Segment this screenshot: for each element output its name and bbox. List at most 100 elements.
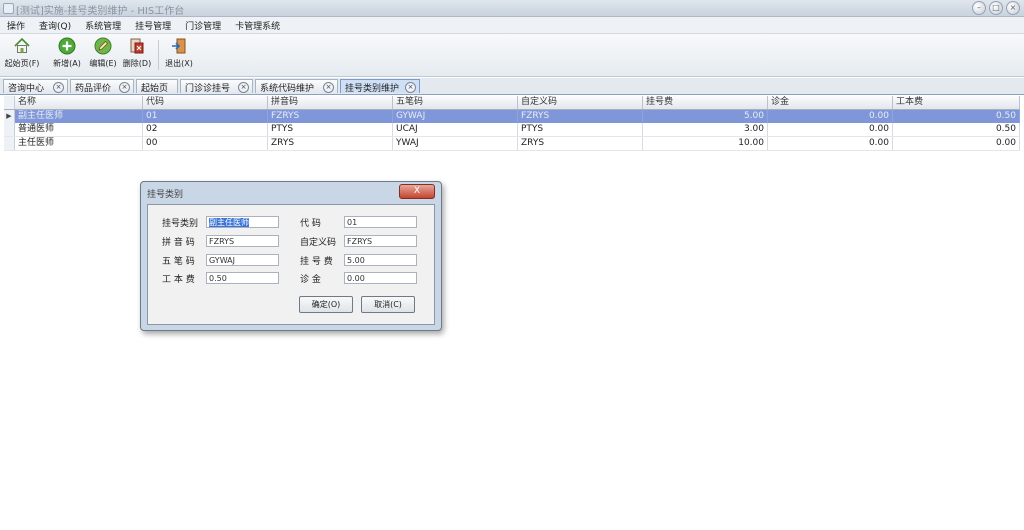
column-header[interactable]: 代码 <box>143 96 268 109</box>
column-header[interactable]: 自定义码 <box>518 96 643 109</box>
table-cell[interactable]: PTYS <box>268 123 393 136</box>
menu-card[interactable]: 卡管理系统 <box>228 17 287 33</box>
row-indicator-header <box>4 96 15 109</box>
table-cell[interactable]: 10.00 <box>643 137 768 150</box>
tab-label: 起始页 <box>141 84 169 94</box>
tab-label: 系统代码维护 <box>260 84 315 94</box>
table-cell[interactable]: 02 <box>143 123 268 136</box>
tab-label: 咨询中心 <box>8 84 45 94</box>
tab-outpatient-registration[interactable]: 门诊诊挂号 × <box>180 79 253 94</box>
close-icon[interactable]: × <box>1006 1 1020 15</box>
table-cell[interactable]: FZRYS <box>518 110 643 123</box>
menu-operate[interactable]: 操作 <box>0 17 32 33</box>
tab-label: 药品评价 <box>75 84 112 94</box>
fee-input[interactable]: 5.00 <box>344 254 417 266</box>
table-cell[interactable]: 0.50 <box>893 123 1020 136</box>
table-cell[interactable]: 副主任医师 <box>15 110 143 123</box>
exit-button[interactable]: 退出(X) <box>163 37 195 69</box>
table-cell[interactable]: 0.00 <box>768 123 893 136</box>
menu-outpatient[interactable]: 门诊管理 <box>178 17 228 33</box>
tab-label: 挂号类别维护 <box>345 84 400 94</box>
dialog-close-button[interactable]: X <box>399 184 435 199</box>
ok-button[interactable]: 确定(O) <box>299 296 353 313</box>
table-cell[interactable]: YWAJ <box>393 137 518 150</box>
home-icon <box>13 37 31 55</box>
close-tab-icon[interactable]: × <box>119 82 130 93</box>
category-label: 挂号类别 <box>162 219 199 229</box>
menu-query[interactable]: 查询(Q) <box>32 17 78 33</box>
add-button[interactable]: 新增(A) <box>52 37 82 69</box>
exit-icon <box>170 37 188 55</box>
custom-code-input[interactable]: FZRYS <box>344 235 417 247</box>
table-cell[interactable]: 0.00 <box>893 137 1020 150</box>
table-row[interactable]: 普通医师 02 PTYS UCAJ PTYS 3.00 0.00 0.50 <box>4 123 1020 137</box>
table-cell[interactable]: GYWAJ <box>393 110 518 123</box>
close-tab-icon[interactable]: × <box>405 82 416 93</box>
diagnosis-fee-input[interactable]: 0.00 <box>344 272 417 284</box>
table-cell[interactable]: 0.50 <box>893 110 1020 123</box>
add-label: 新增(A) <box>53 59 81 68</box>
delete-button[interactable]: 删除(D) <box>121 37 153 69</box>
table-cell[interactable]: 0.00 <box>768 137 893 150</box>
table-cell[interactable]: 主任医师 <box>15 137 143 150</box>
table-cell[interactable]: UCAJ <box>393 123 518 136</box>
cost-label: 工 本 费 <box>162 275 195 285</box>
fee-label: 挂 号 费 <box>300 257 333 267</box>
column-header[interactable]: 拼音码 <box>268 96 393 109</box>
window-title: [测试]实施-挂号类别维护 - HIS工作台 <box>16 6 185 17</box>
code-label: 代 码 <box>300 219 321 229</box>
table-cell[interactable]: 5.00 <box>643 110 768 123</box>
delete-icon <box>128 37 146 55</box>
dialog-title: 挂号类别 <box>147 190 184 200</box>
close-tab-icon[interactable]: × <box>238 82 249 93</box>
home-label: 起始页(F) <box>4 59 40 68</box>
wubi-label: 五 笔 码 <box>162 257 195 267</box>
table-cell[interactable]: 0.00 <box>768 110 893 123</box>
table-row-selected[interactable]: ▶ 副主任医师 01 FZRYS GYWAJ FZRYS 5.00 0.00 0… <box>4 110 1020 123</box>
window-controls: – □ × <box>972 1 1020 15</box>
table-cell[interactable]: 普通医师 <box>15 123 143 136</box>
tab-system-code[interactable]: 系统代码维护 × <box>255 79 338 94</box>
row-indicator <box>4 137 15 150</box>
custom-code-label: 自定义码 <box>300 238 337 248</box>
edit-button[interactable]: 编辑(E) <box>88 37 118 69</box>
column-header[interactable]: 五笔码 <box>393 96 518 109</box>
menu-system[interactable]: 系统管理 <box>78 17 128 33</box>
tab-label: 门诊诊挂号 <box>185 84 231 94</box>
code-input[interactable]: 01 <box>344 216 417 228</box>
diagnosis-fee-label: 诊 金 <box>300 275 321 285</box>
delete-label: 删除(D) <box>122 59 152 68</box>
table-cell[interactable]: ZRYS <box>268 137 393 150</box>
toolbar: 起始页(F) 新增(A) 编辑(E) 删除(D) 退出(X) <box>0 34 1024 77</box>
pinyin-label: 拼 音 码 <box>162 238 195 248</box>
table-row[interactable]: 主任医师 00 ZRYS YWAJ ZRYS 10.00 0.00 0.00 <box>4 137 1020 151</box>
category-input[interactable]: 副主任医师 <box>206 216 279 228</box>
tab-registration-category[interactable]: 挂号类别维护 × <box>340 79 420 94</box>
menu-bar: 操作 查询(Q) 系统管理 挂号管理 门诊管理 卡管理系统 <box>0 17 1024 34</box>
close-tab-icon[interactable]: × <box>53 82 64 93</box>
cancel-button[interactable]: 取消(C) <box>361 296 415 313</box>
close-tab-icon[interactable]: × <box>323 82 334 93</box>
table-cell[interactable]: PTYS <box>518 123 643 136</box>
menu-registration[interactable]: 挂号管理 <box>128 17 178 33</box>
tab-drug-review[interactable]: 药品评价 × <box>70 79 134 94</box>
column-header[interactable]: 名称 <box>15 96 143 109</box>
table-cell[interactable]: 3.00 <box>643 123 768 136</box>
table-cell[interactable]: ZRYS <box>518 137 643 150</box>
column-header[interactable]: 挂号费 <box>643 96 768 109</box>
wubi-input[interactable]: GYWAJ <box>206 254 279 266</box>
column-header[interactable]: 工本费 <box>893 96 1020 109</box>
minimize-icon[interactable]: – <box>972 1 986 15</box>
home-button[interactable]: 起始页(F) <box>3 37 41 69</box>
tab-start-page[interactable]: 起始页 <box>136 79 178 94</box>
column-header[interactable]: 诊金 <box>768 96 893 109</box>
row-indicator <box>4 123 15 136</box>
cost-input[interactable]: 0.50 <box>206 272 279 284</box>
maximize-icon[interactable]: □ <box>989 1 1003 15</box>
pinyin-input[interactable]: FZRYS <box>206 235 279 247</box>
table-cell[interactable]: 01 <box>143 110 268 123</box>
toolbar-separator <box>158 40 159 70</box>
tab-consult-center[interactable]: 咨询中心 × <box>3 79 68 94</box>
table-cell[interactable]: FZRYS <box>268 110 393 123</box>
table-cell[interactable]: 00 <box>143 137 268 150</box>
